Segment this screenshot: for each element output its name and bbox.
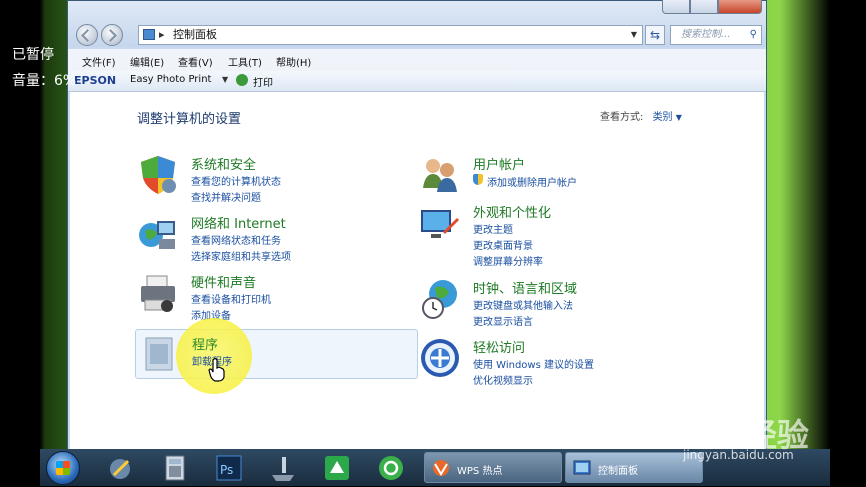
category-appearance: 外观和个性化 更改主题 更改桌面背景 调整屏幕分辨率: [419, 202, 719, 268]
maximize-button[interactable]: [690, 0, 718, 14]
ease-of-access-icon: [421, 339, 459, 377]
category-hardware-sound: 硬件和声音 查看设备和打印机 添加设备: [137, 272, 417, 324]
ease-of-access-title[interactable]: 轻松访问: [473, 337, 525, 356]
menu-file[interactable]: 文件(F): [82, 54, 116, 69]
programs-icon: [145, 337, 173, 371]
control-panel-window: ▸ 控制面板 ▼ ⇆ 搜索控制... ⚲ 文件(F) 编辑(E) 查看(V) 工…: [67, 0, 767, 452]
users-icon: [423, 159, 457, 192]
breadcrumb-control-panel[interactable]: 控制面板: [173, 26, 217, 44]
link-recommended-settings[interactable]: 使用 Windows 建议的设置: [473, 356, 594, 371]
view-by-value: 类别: [652, 112, 673, 123]
view-by: 查看方式: 类别 ▼: [600, 108, 682, 123]
wps-icon: [433, 460, 449, 476]
refresh-icon: ⇆: [649, 28, 661, 42]
view-by-chevron-icon: ▼: [675, 113, 682, 122]
easy-photo-print-dropdown-icon[interactable]: ▼: [222, 75, 228, 84]
category-user-accounts: 用户帐户 添加或删除用户帐户: [419, 154, 719, 194]
address-dropdown-icon[interactable]: ▼: [631, 26, 637, 44]
category-system-security: 系统和安全 查看您的计算机状态 查找并解决问题: [137, 154, 417, 206]
menu-bar: 文件(F) 编辑(E) 查看(V) 工具(T) 帮助(H): [68, 49, 766, 71]
svg-text:Ps: Ps: [220, 463, 233, 477]
menu-edit[interactable]: 编辑(E): [130, 54, 164, 69]
link-troubleshoot[interactable]: 查找并解决问题: [191, 189, 261, 204]
appearance-icon: [421, 210, 459, 238]
toolbar: EPSON Easy Photo Print ▼ 打印: [68, 71, 766, 92]
forward-button[interactable]: [101, 24, 123, 46]
menu-view[interactable]: 查看(V): [178, 54, 213, 69]
minimize-button[interactable]: [662, 0, 690, 14]
category-network-internet: 网络和 Internet 查看网络状态和任务 选择家庭组和共享选项: [137, 213, 417, 265]
network-globe-icon: [139, 221, 175, 249]
address-bar[interactable]: ▸ 控制面板 ▼: [138, 25, 643, 45]
menu-tools[interactable]: 工具(T): [228, 54, 262, 69]
close-button[interactable]: [718, 0, 762, 14]
refresh-button[interactable]: ⇆: [645, 25, 665, 45]
paused-indicator: 已暂停: [12, 47, 54, 63]
calculator-icon[interactable]: [160, 453, 190, 483]
title-bar: ▸ 控制面板 ▼ ⇆ 搜索控制... ⚲: [68, 0, 766, 47]
content-area: 调整计算机的设置 查看方式: 类别 ▼ 系统和安全 查看您的计算机状态 查找并解…: [70, 92, 764, 449]
link-change-theme[interactable]: 更改主题: [473, 221, 513, 236]
appearance-title[interactable]: 外观和个性化: [473, 202, 551, 221]
clock-language-region-title[interactable]: 时钟、语言和区域: [473, 278, 577, 297]
windows-logo-icon: [56, 461, 70, 475]
control-panel-taskbar-label: 控制面板: [598, 466, 638, 477]
hand-cursor-icon: [208, 358, 225, 382]
shield-icon: [141, 156, 176, 194]
system-security-title[interactable]: 系统和安全: [191, 154, 256, 173]
view-by-label: 查看方式:: [600, 112, 644, 123]
epson-brand: EPSON: [74, 74, 117, 87]
link-view-computer-status[interactable]: 查看您的计算机状态: [191, 173, 281, 188]
link-screen-resolution[interactable]: 调整屏幕分辨率: [473, 253, 543, 268]
link-add-remove-users[interactable]: 添加或删除用户帐户: [487, 174, 577, 189]
link-change-desktop-background[interactable]: 更改桌面背景: [473, 237, 533, 252]
back-button[interactable]: [76, 24, 98, 46]
clock-globe-icon: [422, 280, 457, 319]
link-change-display-language[interactable]: 更改显示语言: [473, 313, 533, 328]
search-icon: ⚲: [749, 29, 757, 40]
refresh-app-icon[interactable]: [376, 453, 406, 483]
scanner-icon[interactable]: [268, 453, 298, 483]
taskbar-pinned-app-icon[interactable]: [106, 453, 136, 483]
uac-shield-icon: [473, 174, 483, 185]
baidu-watermark-url: jingyan.baidu.com: [683, 448, 794, 462]
link-view-network-status[interactable]: 查看网络状态和任务: [191, 232, 281, 247]
wps-hotspot-label: WPS 热点: [457, 466, 503, 477]
search-input[interactable]: 搜索控制... ⚲: [670, 25, 762, 45]
link-change-input-method[interactable]: 更改键盘或其他输入法: [473, 297, 573, 312]
network-internet-title[interactable]: 网络和 Internet: [191, 213, 286, 232]
volume-indicator: 音量：6%: [12, 73, 77, 89]
view-by-dropdown[interactable]: 类别 ▼: [653, 112, 682, 123]
user-accounts-title[interactable]: 用户帐户: [473, 154, 525, 173]
menu-help[interactable]: 帮助(H): [276, 54, 311, 69]
easy-photo-print-button[interactable]: Easy Photo Print: [130, 74, 211, 85]
category-ease-of-access: 轻松访问 使用 Windows 建议的设置 优化视频显示: [419, 337, 719, 387]
printer-icon: [141, 275, 175, 312]
category-programs[interactable]: 程序 卸载程序: [135, 318, 418, 394]
link-optimize-video-display[interactable]: 优化视频显示: [473, 372, 533, 387]
programs-title[interactable]: 程序: [192, 334, 218, 353]
photoshop-icon[interactable]: Ps: [214, 453, 244, 483]
green-app-icon[interactable]: [322, 453, 352, 483]
link-homegroup-sharing[interactable]: 选择家庭组和共享选项: [191, 248, 291, 263]
window-controls: [662, 0, 762, 14]
breadcrumb-chevron-icon: ▸: [159, 28, 165, 41]
category-clock-language-region: 时钟、语言和区域 更改键盘或其他输入法 更改显示语言: [419, 278, 719, 328]
print-icon: [236, 74, 248, 86]
start-button[interactable]: [46, 451, 80, 485]
control-panel-icon: [143, 29, 155, 40]
hardware-sound-title[interactable]: 硬件和声音: [191, 272, 256, 291]
page-title: 调整计算机的设置: [137, 112, 242, 127]
taskbar-wps-hotspot[interactable]: WPS 热点: [424, 452, 562, 483]
control-panel-taskbar-icon: [573, 460, 591, 475]
link-devices-printers[interactable]: 查看设备和打印机: [191, 291, 271, 306]
print-button[interactable]: 打印: [253, 74, 273, 89]
search-placeholder: 搜索控制...: [681, 29, 731, 40]
